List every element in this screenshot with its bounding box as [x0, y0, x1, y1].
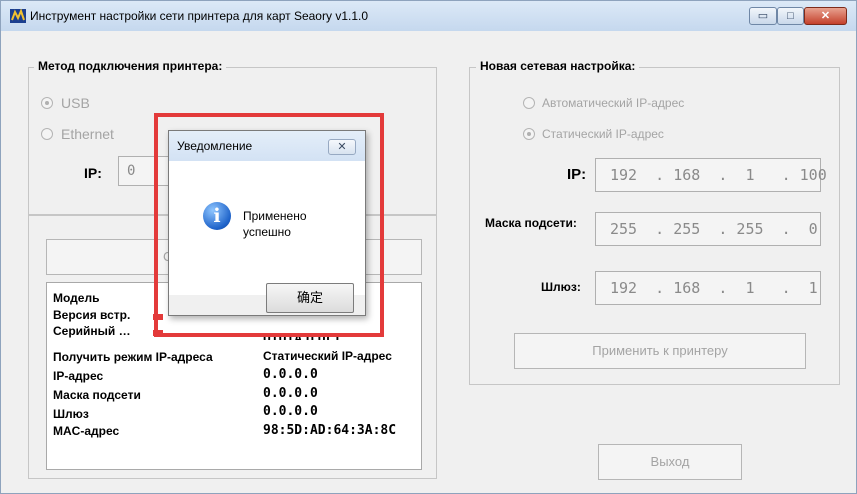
apply-to-printer-button[interactable]: Применить к принтеру — [514, 333, 806, 369]
connection-method-legend: Метод подключения принтера: — [34, 59, 227, 73]
window-title: Инструмент настройки сети принтера для к… — [30, 9, 369, 23]
subnet-mask-label: Маска подсети: — [485, 216, 577, 230]
info-value-ip: 0.0.0.0 — [263, 367, 318, 382]
info-label-firmware: Версия встр. — [53, 308, 131, 322]
maximize-button[interactable]: □ — [777, 7, 804, 25]
connection-ip-label: IP: — [84, 165, 102, 181]
info-value-mac: 98:5D:AD:64:3A:8C — [263, 423, 397, 438]
ethernet-radio-label: Ethernet — [61, 126, 114, 142]
new-network-settings-legend: Новая сетевая настройка: — [476, 59, 640, 73]
info-label-mask: Маска подсети — [53, 388, 141, 402]
info-value-ip-mode: Статический IP-адрес — [263, 349, 392, 363]
highlight-box — [154, 113, 384, 337]
auto-ip-radio[interactable] — [523, 97, 535, 109]
gateway-input[interactable]: 192 . 168 . 1 . 1 — [595, 271, 821, 305]
info-value-mask: 0.0.0.0 — [263, 386, 318, 401]
info-label-mac: MAC-адрес — [53, 424, 120, 438]
info-label-ip: IP-адрес — [53, 369, 104, 383]
subnet-mask-input[interactable]: 255 . 255 . 255 . 0 — [595, 212, 821, 246]
minimize-button[interactable]: ▭ — [749, 7, 777, 25]
new-ip-input[interactable]: 192 . 168 . 1 . 100 — [595, 158, 827, 192]
usb-radio[interactable] — [41, 97, 53, 109]
new-ip-label: IP: — [567, 166, 587, 183]
gateway-label: Шлюз: — [541, 280, 581, 294]
info-value-gateway: 0.0.0.0 — [263, 404, 318, 419]
info-label-ip-mode: Получить режим IP-адреса — [53, 350, 213, 364]
window-close-button[interactable]: ✕ — [804, 7, 847, 25]
static-ip-radio-label: Статический IP-адрес — [542, 127, 664, 141]
info-label-serial: Серийный … — [53, 324, 131, 338]
main-window: Инструмент настройки сети принтера для к… — [0, 0, 857, 494]
ethernet-radio[interactable] — [41, 128, 53, 140]
title-bar[interactable]: Инструмент настройки сети принтера для к… — [1, 1, 856, 31]
info-label-gateway: Шлюз — [53, 407, 89, 421]
info-label-model: Модель — [53, 291, 100, 305]
auto-ip-radio-label: Автоматический IP-адрес — [542, 96, 685, 110]
static-ip-radio[interactable] — [523, 128, 535, 140]
exit-button[interactable]: Выход — [598, 444, 742, 480]
app-icon — [10, 9, 26, 23]
usb-radio-label: USB — [61, 95, 90, 111]
